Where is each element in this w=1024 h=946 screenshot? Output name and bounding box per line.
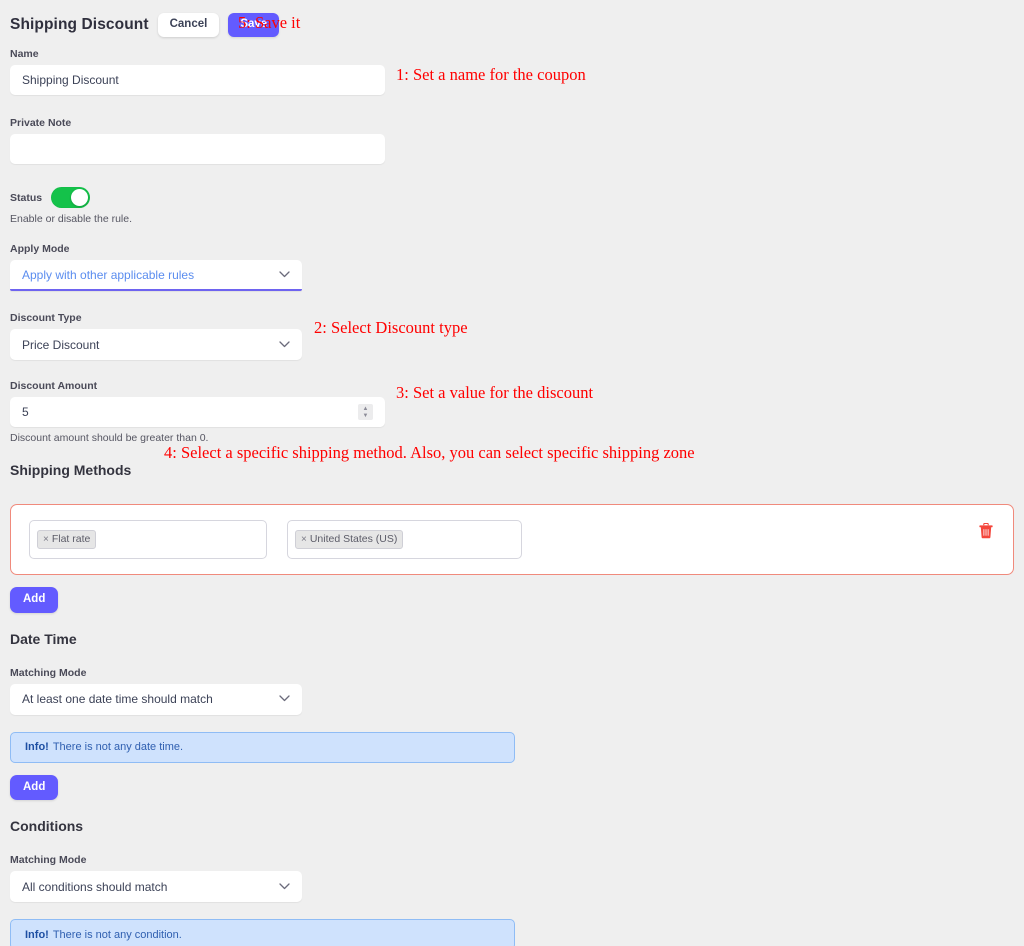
date-time-info-text: There is not any date time.	[52, 741, 184, 753]
chevron-down-icon	[279, 339, 290, 351]
date-time-matching-mode-label: Matching Mode	[10, 666, 87, 679]
date-time-matching-mode-select[interactable]: At least one date time should match	[10, 683, 302, 715]
trash-icon[interactable]	[979, 522, 993, 542]
conditions-info-prefix: Info!	[25, 928, 49, 941]
conditions-info-alert: Info! There is not any condition.	[10, 919, 515, 946]
status-label: Status	[10, 191, 43, 204]
conditions-title: Conditions	[10, 818, 84, 834]
shipping-method-chip[interactable]: × Flat rate	[37, 530, 97, 549]
shipping-method-row: × Flat rate × United States (US)	[10, 504, 1014, 575]
private-note-input[interactable]	[10, 134, 385, 164]
chip-close-icon[interactable]: ×	[43, 533, 49, 547]
annotation-5: 5: Save it	[238, 13, 301, 32]
private-note-label: Private Note	[10, 117, 72, 129]
shipping-method-select[interactable]: × Flat rate	[29, 520, 267, 559]
discount-type-label: Discount Type	[10, 312, 82, 324]
date-time-matching-mode-value: At least one date time should match	[22, 692, 213, 706]
toggle-knob	[71, 189, 89, 206]
status-field-group: Status Enable or disable the rule.	[0, 187, 1024, 225]
discount-type-value: Price Discount	[22, 337, 100, 352]
annotation-1: 1: Set a name for the coupon	[396, 65, 586, 84]
page-title: Shipping Discount	[10, 16, 149, 33]
conditions-matching-mode-label: Matching Mode	[10, 854, 87, 866]
status-help-text: Enable or disable the rule.	[10, 213, 132, 225]
shipping-zone-chip[interactable]: × United States (US)	[295, 530, 404, 549]
coupon-edit-page: Shipping Discount Cancel Save 5: Save it…	[0, 0, 1024, 946]
status-toggle[interactable]	[51, 187, 91, 208]
date-time-info-alert: Info! There is not any date time.	[10, 731, 515, 763]
chevron-down-icon	[279, 269, 290, 281]
shipping-zone-select[interactable]: × United States (US)	[287, 520, 522, 559]
conditions-info-text: There is not any condition.	[52, 928, 182, 941]
chevron-down-icon	[279, 881, 290, 893]
page-header: Shipping Discount Cancel Save	[0, 0, 1024, 40]
date-time-title: Date Time	[10, 630, 77, 647]
date-time-info-prefix: Info!	[25, 741, 49, 753]
private-note-field-group: Private Note	[0, 117, 1024, 164]
discount-amount-input[interactable]: 5 ▲ ▼	[10, 397, 385, 427]
chip-label: Flat rate	[51, 533, 91, 546]
chip-close-icon[interactable]: ×	[301, 533, 307, 547]
conditions-matching-mode-group: Matching Mode All conditions should matc…	[0, 854, 1024, 902]
apply-mode-field-group: Apply Mode Apply with other applicable r…	[0, 243, 1024, 291]
date-time-matching-mode-group: Matching Mode At least one date time sho…	[0, 667, 1024, 715]
cancel-button[interactable]: Cancel	[157, 13, 220, 37]
name-input[interactable]: Shipping Discount	[10, 65, 385, 95]
annotation-3: 3: Set a value for the discount	[396, 383, 594, 402]
conditions-matching-mode-value: All conditions should match	[22, 879, 168, 894]
add-date-time-button[interactable]: Add	[10, 774, 59, 800]
chip-label: United States (US)	[309, 533, 398, 546]
apply-mode-label: Apply Mode	[10, 243, 70, 255]
spinner-up-icon[interactable]: ▲	[363, 406, 369, 412]
discount-type-field-group: Discount Type Price Discount	[0, 312, 1024, 360]
annotation-2: 2: Select Discount type	[314, 318, 468, 337]
discount-amount-value: 5	[22, 405, 29, 419]
discount-type-select[interactable]: Price Discount	[10, 329, 302, 360]
number-spinner-icon[interactable]: ▲ ▼	[358, 404, 373, 420]
annotation-4: 4: Select a specific shipping method. Al…	[164, 443, 695, 462]
add-shipping-method-button[interactable]: Add	[10, 587, 59, 613]
apply-mode-value: Apply with other applicable rules	[22, 267, 195, 282]
shipping-methods-title: Shipping Methods	[10, 462, 132, 478]
spinner-down-icon[interactable]: ▼	[363, 413, 369, 419]
apply-mode-select[interactable]: Apply with other applicable rules	[10, 260, 302, 291]
chevron-down-icon	[279, 693, 290, 705]
name-label: Name	[10, 48, 39, 60]
conditions-matching-mode-select[interactable]: All conditions should match	[10, 871, 302, 902]
